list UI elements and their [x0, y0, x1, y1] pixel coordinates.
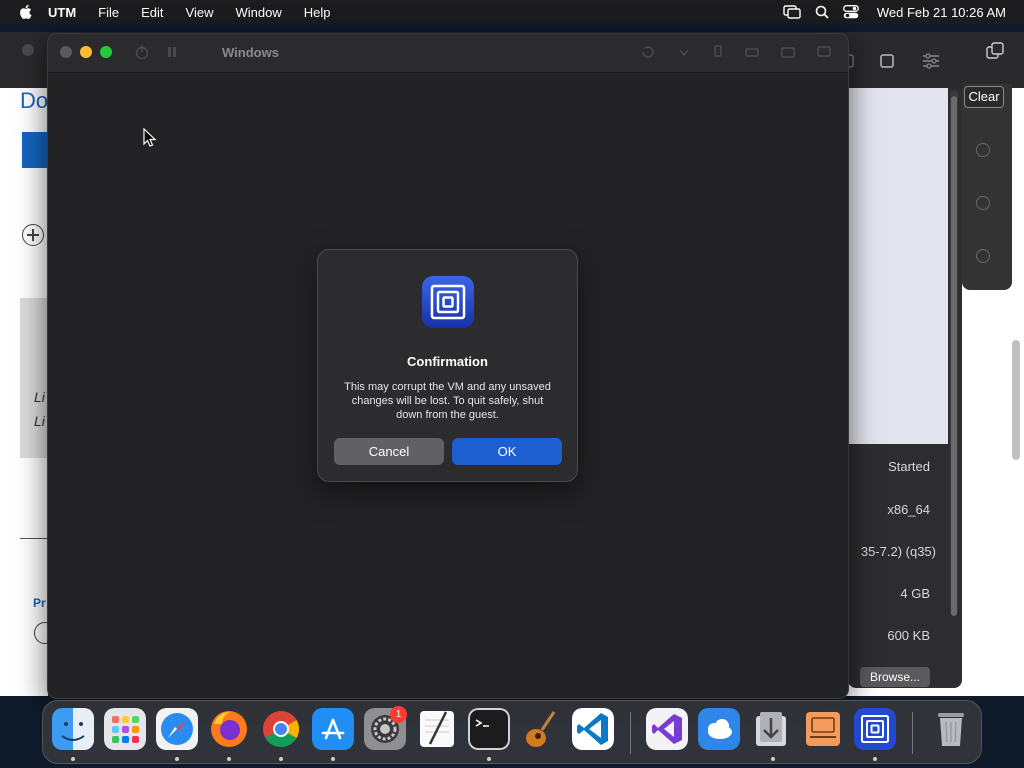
dock-separator — [630, 712, 631, 754]
app-store-icon[interactable] — [312, 708, 354, 750]
launchpad-icon[interactable] — [104, 708, 146, 750]
menu-edit[interactable]: Edit — [141, 5, 163, 20]
capture-input-icon[interactable] — [676, 44, 692, 60]
left-italic-text-1: Li — [34, 389, 45, 405]
screen-mirroring-icon[interactable] — [783, 5, 801, 19]
detail-size: 600 KB — [887, 628, 930, 643]
detail-memory: 4 GB — [900, 586, 930, 601]
details-scrollbar-thumb[interactable] — [951, 96, 957, 616]
control-center-icon[interactable] — [842, 5, 859, 19]
restart-icon[interactable] — [640, 44, 656, 60]
garageband-icon[interactable] — [520, 708, 562, 750]
bg-close-dot-icon — [22, 44, 34, 56]
dialog-message: This may corrupt the VM and any unsaved … — [344, 381, 551, 421]
terminal-icon[interactable] — [468, 708, 510, 750]
utm-app-icon — [422, 276, 474, 328]
ok-button[interactable]: OK — [452, 438, 562, 465]
left-primary-button[interactable] — [22, 132, 48, 168]
vscode-icon[interactable] — [572, 708, 614, 750]
window-resize-icon[interactable] — [880, 54, 894, 68]
settings-sliders-icon[interactable] — [922, 53, 940, 69]
vm-window-title: Windows — [222, 45, 279, 60]
preview-icon[interactable] — [802, 708, 844, 750]
power-icon[interactable] — [134, 44, 150, 60]
menu-window[interactable]: Window — [235, 5, 281, 20]
left-italic-text-2: Li — [34, 413, 45, 429]
running-indicator — [71, 757, 75, 761]
menu-bar: UTM File Edit View Window Help Wed Feb 2… — [0, 0, 1024, 24]
vm-window-titlebar[interactable]: Windows — [48, 34, 848, 73]
running-indicator — [227, 757, 231, 761]
downloads-icon[interactable] — [750, 708, 792, 750]
chrome-icon[interactable] — [260, 708, 302, 750]
visual-studio-icon[interactable] — [646, 708, 688, 750]
usb-icon[interactable] — [710, 44, 726, 60]
pause-icon[interactable] — [164, 44, 180, 60]
weather-icon[interactable] — [698, 708, 740, 750]
vm-screenshot-preview — [848, 88, 948, 444]
detail-architecture: x86_64 — [887, 502, 930, 517]
finder-icon[interactable] — [52, 708, 94, 750]
confirmation-dialog: Confirmation This may corrupt the VM and… — [317, 249, 578, 482]
left-divider — [20, 538, 48, 539]
shared-folder-icon[interactable] — [780, 44, 796, 60]
details-scrollbar[interactable] — [950, 90, 958, 616]
left-section-label: Pr — [33, 596, 46, 610]
drive-icon[interactable] — [744, 44, 760, 60]
utm-logo-icon — [430, 284, 466, 320]
running-indicator — [873, 757, 877, 761]
mouse-cursor-icon — [143, 128, 157, 147]
textedit-icon[interactable] — [416, 708, 458, 750]
display-icon[interactable] — [816, 44, 832, 60]
running-indicator — [279, 757, 283, 761]
detail-status: Started — [888, 459, 930, 474]
add-circle-icon[interactable] — [22, 224, 44, 246]
search-result-icon[interactable] — [976, 143, 990, 157]
left-gray-box — [20, 298, 48, 458]
firefox-icon[interactable] — [208, 708, 250, 750]
menu-file[interactable]: File — [98, 5, 119, 20]
notification-badge: 1 — [390, 706, 407, 723]
running-indicator — [331, 757, 335, 761]
trash-icon[interactable] — [930, 708, 972, 750]
zoom-button[interactable] — [100, 46, 112, 58]
spotlight-search-icon[interactable] — [815, 5, 829, 19]
running-indicator — [771, 757, 775, 761]
browse-button[interactable]: Browse... — [860, 667, 930, 687]
menu-app-utm[interactable]: UTM — [48, 5, 76, 20]
detail-machine: 35-7.2) (q35) — [860, 544, 936, 559]
clone-window-icon[interactable] — [986, 42, 1004, 60]
minimize-button[interactable] — [80, 46, 92, 58]
menu-view[interactable]: View — [186, 5, 214, 20]
running-indicator — [487, 757, 491, 761]
close-button[interactable] — [60, 46, 72, 58]
outer-scrollbar[interactable] — [1012, 340, 1020, 460]
menu-clock[interactable]: Wed Feb 21 10:26 AM — [877, 5, 1006, 20]
safari-icon[interactable] — [156, 708, 198, 750]
utm-icon[interactable] — [854, 708, 896, 750]
search-result-icon[interactable] — [976, 249, 990, 263]
menu-help[interactable]: Help — [304, 5, 331, 20]
cancel-button[interactable]: Cancel — [334, 438, 444, 465]
dialog-title: Confirmation — [407, 354, 488, 369]
left-heading: Do — [20, 88, 49, 113]
clear-button[interactable]: Clear — [964, 86, 1004, 108]
running-indicator — [175, 757, 179, 761]
search-result-icon[interactable] — [976, 196, 990, 210]
dock-separator — [912, 712, 913, 754]
apple-menu-icon[interactable] — [18, 4, 32, 20]
